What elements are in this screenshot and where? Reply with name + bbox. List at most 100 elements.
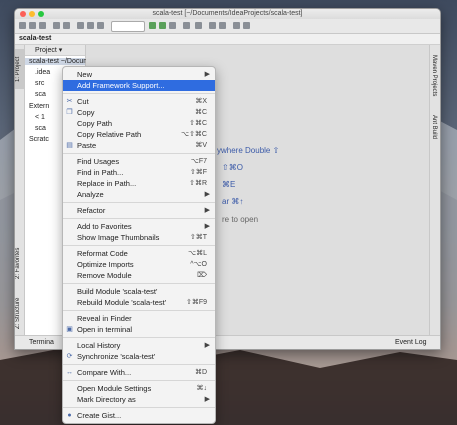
coverage-icon[interactable] (169, 22, 176, 29)
tab-ant-build[interactable]: Ant Build (431, 115, 437, 139)
back-icon[interactable] (53, 22, 60, 29)
menu-item-copy-relative-path[interactable]: Copy Relative Path ⌥⇧⌘C (63, 129, 215, 140)
menu-item-copy-path[interactable]: Copy Path ⇧⌘C (63, 118, 215, 129)
menu-separator (63, 93, 215, 94)
menu-item-label: Add to Favorites (77, 222, 132, 231)
tab-structure[interactable]: Z: Structure (15, 293, 24, 333)
menu-item-label: Cut (77, 97, 89, 106)
submenu-arrow-icon: ▶ (204, 207, 210, 214)
menu-item-find-in-path[interactable]: Find in Path... ⇧⌘F (63, 167, 215, 178)
settings-icon[interactable] (209, 22, 216, 29)
menu-item-synchronize-scala-test[interactable]: ⟳ Synchronize 'scala-test' (63, 351, 215, 362)
menu-item-remove-module[interactable]: Remove Module ⌦ (63, 270, 215, 281)
menu-item-reveal-in-finder[interactable]: Reveal in Finder (63, 313, 215, 324)
tree-item-external-libraries[interactable]: Extern (29, 103, 49, 110)
vcs-icon[interactable] (195, 22, 202, 29)
menu-item-label: Remove Module (77, 271, 132, 280)
tree-item-root[interactable]: scala-test ~/Documents/IdeaP (25, 58, 123, 65)
menu-item-add-to-favorites[interactable]: Add to Favorites ▶ (63, 221, 215, 232)
run-icon[interactable] (149, 22, 156, 29)
create-gist-icon: ● (67, 412, 72, 419)
menu-item-analyze[interactable]: Analyze ▶ (63, 189, 215, 200)
menu-item-label: Compare With... (77, 368, 132, 377)
hint-search-everywhere: ywhere Double ⇧ (217, 146, 280, 155)
menu-item-shortcut: ⌘D (194, 369, 207, 376)
menu-item-shortcut: ⌥F7 (190, 158, 207, 165)
menu-item-label: Local History (77, 341, 121, 350)
menu-item-new[interactable]: New ▶ (63, 69, 215, 80)
menu-item-label: Find in Path... (77, 168, 124, 177)
project-panel-header: Project ▾ (25, 45, 85, 56)
cut-icon[interactable] (77, 22, 84, 29)
project-view-selector[interactable]: Project ▾ (35, 46, 62, 54)
menu-item-shortcut: ⇧⌘T (189, 234, 207, 241)
menu-item-open-in-terminal[interactable]: ▣ Open in terminal (63, 324, 215, 335)
menu-item-build-module-scala-test[interactable]: Build Module 'scala-test' (63, 286, 215, 297)
menu-item-local-history[interactable]: Local History ▶ (63, 340, 215, 351)
menu-item-open-module-settings[interactable]: Open Module Settings ⌘↓ (63, 383, 215, 394)
menu-item-shortcut: ^⌥O (190, 261, 207, 268)
menu-item-label: Replace in Path... (77, 179, 137, 188)
left-tool-strip: 1: Project 2: Favorites Z: Structure (15, 45, 25, 335)
menu-item-shortcut: ⌘V (195, 142, 207, 149)
menu-separator (63, 153, 215, 154)
tab-maven-projects[interactable]: Maven Projects (431, 55, 437, 96)
main-toolbar (15, 19, 440, 34)
menu-item-find-usages[interactable]: Find Usages ⌥F7 (63, 156, 215, 167)
menu-item-shortcut: ⌥⌘L (188, 250, 207, 257)
save-icon[interactable] (29, 22, 36, 29)
sync-icon[interactable] (39, 22, 46, 29)
menu-item-rebuild-module-scala-test[interactable]: Rebuild Module 'scala-test' ⇧⌘F9 (63, 297, 215, 308)
menu-item-label: Copy Relative Path (77, 130, 142, 139)
menu-item-label: Create Gist... (77, 411, 122, 420)
tab-project[interactable]: 1: Project (15, 49, 24, 89)
menu-item-paste[interactable]: ▤ Paste ⌘V (63, 140, 215, 151)
menu-item-create-gist[interactable]: ● Create Gist... (63, 410, 215, 421)
project-structure-icon[interactable] (219, 22, 226, 29)
menu-item-replace-in-path[interactable]: Replace in Path... ⇧⌘R (63, 178, 215, 189)
menu-separator (63, 245, 215, 246)
tree-item-src[interactable]: src (35, 80, 44, 87)
forward-icon[interactable] (63, 22, 70, 29)
menu-item-compare-with[interactable]: ↔ Compare With... ⌘D (63, 367, 215, 378)
tab-favorites[interactable]: 2: Favorites (15, 243, 24, 283)
menu-item-shortcut: ⌦ (197, 272, 207, 279)
help-icon[interactable] (243, 22, 250, 29)
menu-item-copy[interactable]: ❐ Copy ⌘C (63, 107, 215, 118)
tree-item-sca[interactable]: sca (35, 91, 46, 98)
search-icon[interactable] (233, 22, 240, 29)
menu-item-shortcut: ⌘↓ (196, 385, 208, 392)
open-folder-icon[interactable] (19, 22, 26, 29)
submenu-arrow-icon: ▶ (204, 342, 210, 349)
menu-separator (63, 380, 215, 381)
context-menu: New ▶ Add Framework Support... ✂ Cut ⌘X ❐ Copy ⌘… (62, 66, 216, 424)
run-config-select[interactable] (111, 21, 145, 32)
copy-icon[interactable] (87, 22, 94, 29)
tree-item-idea[interactable]: .idea (35, 69, 50, 76)
paste-icon[interactable] (97, 22, 104, 29)
right-tool-strip: Maven Projects Ant Build (429, 45, 440, 335)
menu-item-mark-directory-as[interactable]: Mark Directory as ▶ (63, 394, 215, 405)
menu-separator (63, 202, 215, 203)
menu-item-label: Find Usages (77, 157, 120, 166)
menu-item-optimize-imports[interactable]: Optimize Imports ^⌥O (63, 259, 215, 270)
tree-item-jdk[interactable]: < 1 (35, 114, 45, 121)
tab-event-log[interactable]: Event Log (395, 339, 427, 346)
stop-icon[interactable] (183, 22, 190, 29)
breadcrumb[interactable]: scala-test (19, 35, 51, 42)
menu-item-label: Reformat Code (77, 249, 128, 258)
menu-item-cut[interactable]: ✂ Cut ⌘X (63, 96, 215, 107)
hint-goto-file: ⇧⌘O (222, 163, 243, 172)
menu-item-add-framework-support[interactable]: Add Framework Support... (63, 80, 215, 91)
debug-icon[interactable] (159, 22, 166, 29)
tree-item-scratches[interactable]: Scratc (29, 136, 49, 143)
title-bar: scala-test [~/Documents/IdeaProjects/sca… (15, 9, 440, 19)
tree-item-scala-sdk[interactable]: sca (35, 125, 46, 132)
window-title: scala-test [~/Documents/IdeaProjects/sca… (152, 10, 303, 17)
submenu-arrow-icon: ▶ (204, 191, 210, 198)
menu-item-label: Copy (77, 108, 95, 117)
menu-item-refactor[interactable]: Refactor ▶ (63, 205, 215, 216)
tab-terminal[interactable]: Termina (29, 339, 54, 346)
menu-item-reformat-code[interactable]: Reformat Code ⌥⌘L (63, 248, 215, 259)
menu-item-show-image-thumbnails[interactable]: Show Image Thumbnails ⇧⌘T (63, 232, 215, 243)
